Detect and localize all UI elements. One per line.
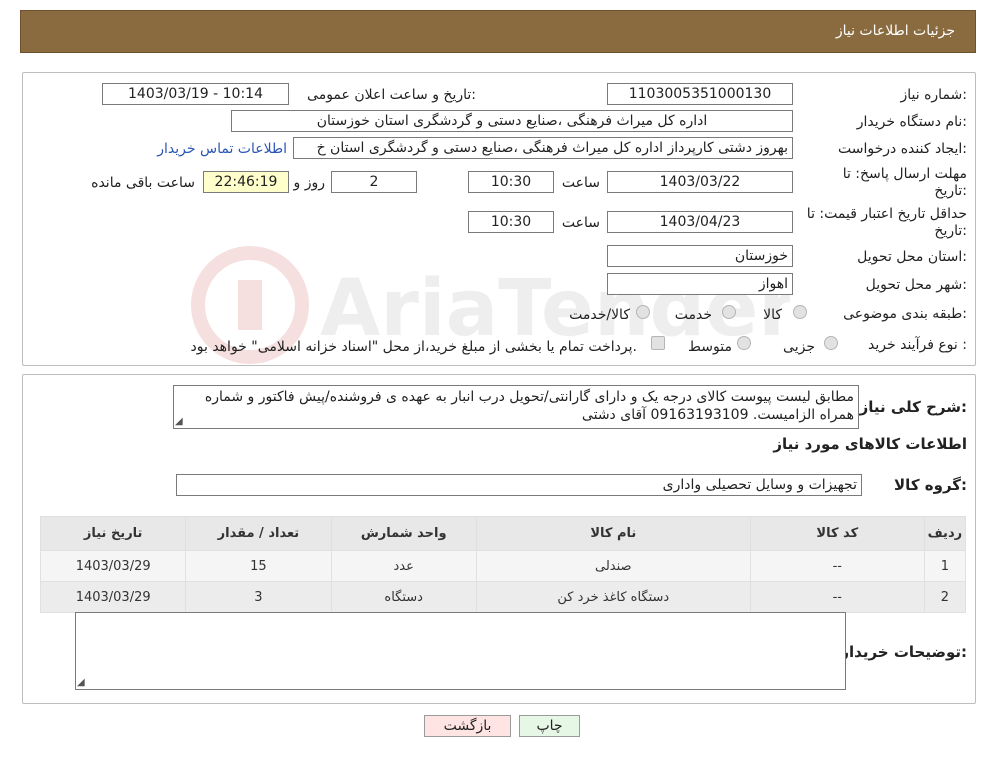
announce-field: 1403/03/19 - 10:14: [102, 83, 289, 105]
col-code: کد کالا: [749, 516, 925, 551]
reply-deadline-label: مهلت ارسال پاسخ: تا تاریخ:: [842, 166, 967, 199]
announce-label: تاریخ و ساعت اعلان عمومی:: [307, 87, 476, 103]
price-validity-date-field: 1403/04/23: [607, 211, 793, 233]
reply-time-field: 10:30: [468, 171, 554, 193]
goods-group-label: گروه کالا:: [894, 476, 967, 494]
cell-unit: دستگاه: [330, 581, 477, 613]
process-note: پرداخت تمام یا بخشی از مبلغ خرید،از محل …: [190, 339, 637, 355]
buyer-contact-link[interactable]: اطلاعات تماس خریدار: [157, 141, 287, 157]
category-option-service: خدمت: [674, 307, 712, 323]
cell-row: 2: [923, 581, 967, 613]
need-number-label: شماره نیاز:: [900, 87, 967, 103]
cell-code: --: [749, 550, 925, 582]
reply-date-field: 1403/03/22: [607, 171, 793, 193]
province-label: استان محل تحویل:: [857, 249, 967, 265]
remaining-time-field: 22:46:19: [203, 171, 289, 193]
cell-name: دستگاه کاغذ خرد کن: [475, 581, 751, 613]
col-unit: واحد شمارش: [330, 516, 477, 551]
category-radio-service[interactable]: [722, 305, 736, 319]
city-label: شهر محل تحویل:: [865, 277, 967, 293]
days-label: روز و: [293, 175, 326, 191]
cell-qty: 3: [185, 581, 332, 613]
price-validity-label: حداقل تاریخ اعتبار قیمت: تا تاریخ:: [806, 206, 967, 239]
goods-group-field: تجهیزات و وسایل تحصیلی واداری: [176, 474, 862, 496]
province-field: خوزستان: [607, 245, 793, 267]
page-title: جزئیات اطلاعات نیاز: [835, 23, 955, 39]
page-header: جزئیات اطلاعات نیاز: [20, 10, 976, 53]
cell-date: 1403/03/29: [39, 550, 187, 582]
city-field: اهواز: [607, 273, 793, 295]
col-name: نام کالا: [475, 516, 751, 551]
buyer-notes-label: توضیحات خریدار:: [840, 643, 967, 661]
table-row: 2 -- دستگاه کاغذ خرد کن دستگاه 3 1403/03…: [39, 581, 967, 613]
creator-field: بهروز دشتی کارپرداز اداره کل میراث فرهنگ…: [293, 137, 793, 159]
description-textarea[interactable]: مطابق لیست پیوست کالای درجه یک و دارای گ…: [173, 385, 859, 429]
goods-table: ردیف کد کالا نام کالا واحد شمارش تعداد /…: [39, 516, 967, 613]
need-number-field: 1103005351000130: [607, 83, 793, 105]
process-radio-minor[interactable]: [824, 336, 838, 350]
category-radio-goods[interactable]: [793, 305, 807, 319]
days-field: 2: [331, 171, 417, 193]
cell-date: 1403/03/29: [39, 581, 187, 613]
table-header-row: ردیف کد کالا نام کالا واحد شمارش تعداد /…: [39, 516, 967, 551]
col-row: ردیف: [923, 516, 967, 551]
category-label: طبقه بندی موضوعی:: [843, 306, 967, 322]
cell-code: --: [749, 581, 925, 613]
cell-unit: عدد: [330, 550, 477, 582]
process-option-medium: متوسط: [688, 339, 732, 355]
process-label: نوع فرآیند خرید :: [868, 337, 967, 353]
cell-qty: 15: [185, 550, 332, 582]
reply-hour-label: ساعت: [561, 175, 600, 191]
category-option-goods-service: کالا/خدمت: [569, 307, 630, 323]
col-date: تاریخ نیاز: [39, 516, 187, 551]
resize-handle-icon: ◢: [175, 416, 183, 427]
col-qty: تعداد / مقدار: [185, 516, 332, 551]
treasury-checkbox[interactable]: [651, 336, 665, 350]
print-button[interactable]: چاپ: [519, 715, 580, 737]
category-radio-goods-service[interactable]: [636, 305, 650, 319]
price-validity-time-field: 10:30: [468, 211, 554, 233]
resize-handle-icon: ◢: [77, 677, 85, 688]
cell-name: صندلی: [475, 550, 751, 582]
buyer-notes-textarea[interactable]: [75, 612, 846, 690]
description-label: شرح کلی نیاز:: [859, 398, 967, 416]
category-option-goods: کالا: [763, 307, 782, 323]
process-option-minor: جزیی: [783, 339, 815, 355]
cell-row: 1: [923, 550, 967, 582]
creator-label: ایجاد کننده درخواست:: [838, 141, 967, 157]
buyer-org-field: اداره کل میراث فرهنگی ،صنایع دستی و گردش…: [231, 110, 793, 132]
price-validity-hour-label: ساعت: [561, 215, 600, 231]
remaining-label: ساعت باقی مانده: [91, 175, 195, 191]
process-radio-medium[interactable]: [737, 336, 751, 350]
back-button[interactable]: بازگشت: [424, 715, 511, 737]
table-row: 1 -- صندلی عدد 15 1403/03/29: [39, 550, 967, 582]
goods-section-title: اطلاعات کالاهای مورد نیاز: [773, 435, 967, 453]
buyer-org-label: نام دستگاه خریدار:: [856, 114, 967, 130]
